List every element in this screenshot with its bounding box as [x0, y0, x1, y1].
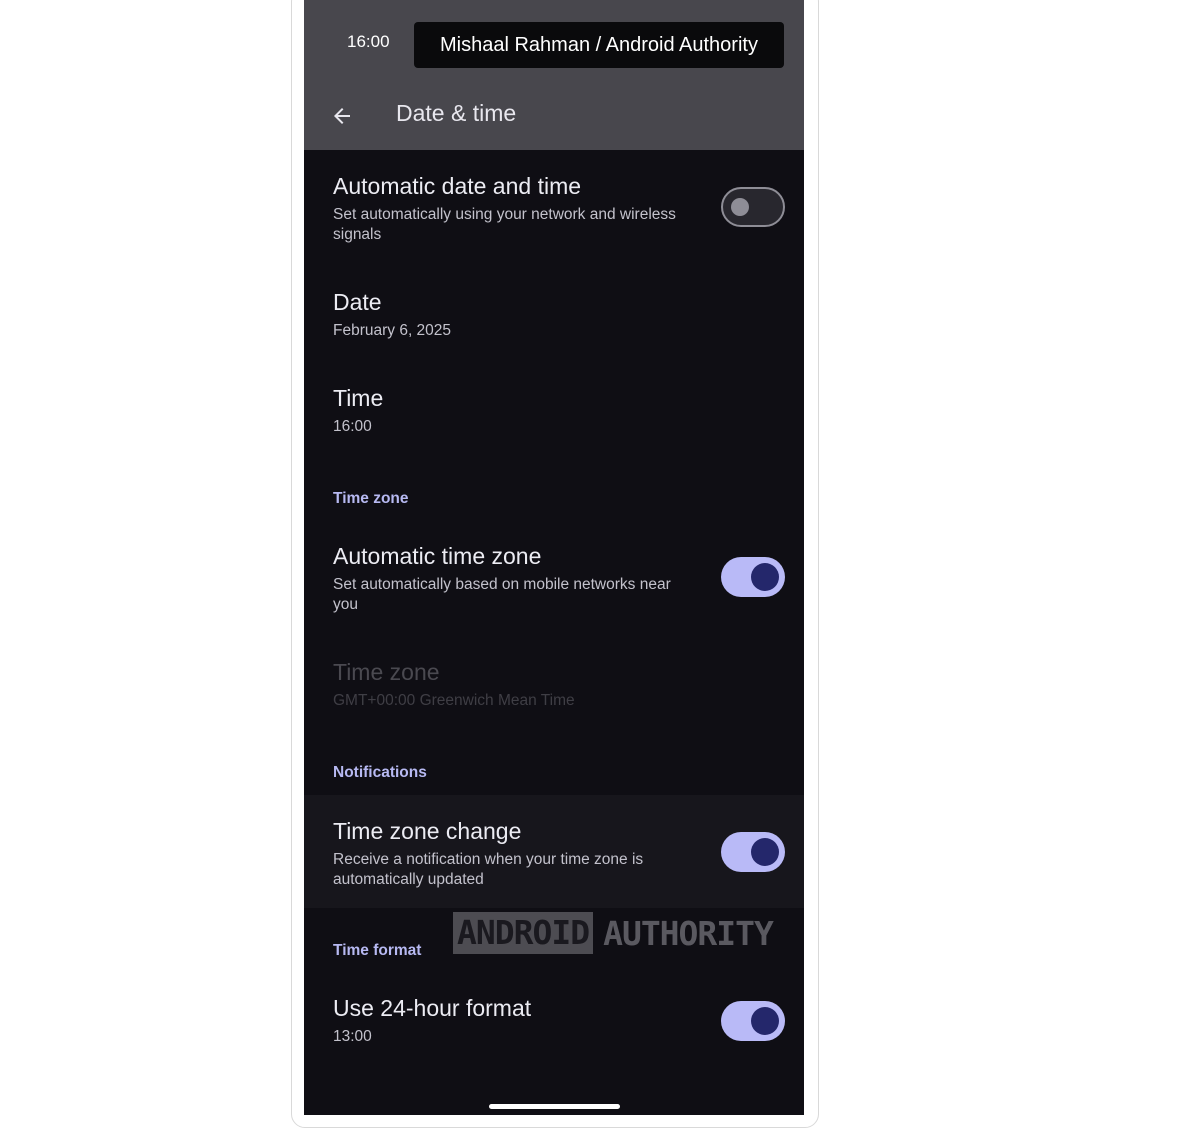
setting-time-zone: Time zone GMT+00:00 Greenwich Mean Time	[304, 646, 804, 726]
setting-title: Date	[333, 289, 382, 315]
setting-title: Automatic date and time	[333, 173, 582, 199]
top-app-bar: 16:00 Mishaal Rahman / Android Authority…	[304, 0, 804, 150]
switch-thumb	[731, 198, 749, 216]
section-header-time-format: Time format	[333, 942, 422, 959]
automatic-time-zone-switch[interactable]	[721, 557, 785, 597]
setting-summary: Set automatically based on mobile networ…	[333, 576, 671, 613]
use-24-hour-switch[interactable]	[721, 1001, 785, 1041]
setting-title: Automatic time zone	[333, 543, 542, 569]
switch-thumb	[751, 838, 779, 866]
setting-use-24-hour-format[interactable]: Use 24-hour format 13:00	[304, 982, 804, 1062]
section-header-time-zone: Time zone	[333, 490, 409, 507]
setting-time[interactable]: Time 16:00	[304, 372, 804, 452]
automatic-date-time-switch[interactable]	[721, 187, 785, 227]
watermark-logo: ANDROID AUTHORITY	[453, 912, 774, 954]
watermark-part-2: AUTHORITY	[603, 913, 774, 953]
setting-date[interactable]: Date February 6, 2025	[304, 276, 804, 356]
section-header-notifications: Notifications	[333, 764, 427, 781]
setting-value: 16:00	[333, 418, 372, 435]
setting-title: Use 24-hour format	[333, 995, 532, 1021]
setting-title: Time zone change	[333, 818, 522, 844]
setting-title: Time	[333, 385, 384, 411]
setting-automatic-date-time[interactable]: Automatic date and time Set automaticall…	[304, 160, 804, 260]
setting-summary: Set automatically using your network and…	[333, 206, 676, 243]
setting-summary: Receive a notification when your time zo…	[333, 851, 644, 888]
setting-value: 13:00	[333, 1028, 372, 1045]
time-zone-change-switch[interactable]	[721, 832, 785, 872]
phone-screen: 16:00 Mishaal Rahman / Android Authority…	[304, 0, 804, 1115]
setting-value: February 6, 2025	[333, 322, 452, 339]
setting-automatic-time-zone[interactable]: Automatic time zone Set automatically ba…	[304, 530, 804, 630]
credit-banner: Mishaal Rahman / Android Authority	[414, 22, 784, 68]
setting-time-zone-change[interactable]: Time zone change Receive a notification …	[304, 805, 804, 905]
page-title: Date & time	[396, 100, 517, 126]
switch-thumb	[751, 1007, 779, 1035]
back-button[interactable]	[322, 96, 362, 136]
gesture-navigation-bar[interactable]	[489, 1104, 620, 1109]
setting-title: Time zone	[333, 659, 440, 685]
switch-thumb	[751, 563, 779, 591]
watermark-part-1: ANDROID	[453, 912, 594, 954]
arrow-back-icon	[334, 108, 350, 124]
setting-value: GMT+00:00 Greenwich Mean Time	[333, 692, 575, 709]
status-bar-time: 16:00	[347, 32, 390, 51]
